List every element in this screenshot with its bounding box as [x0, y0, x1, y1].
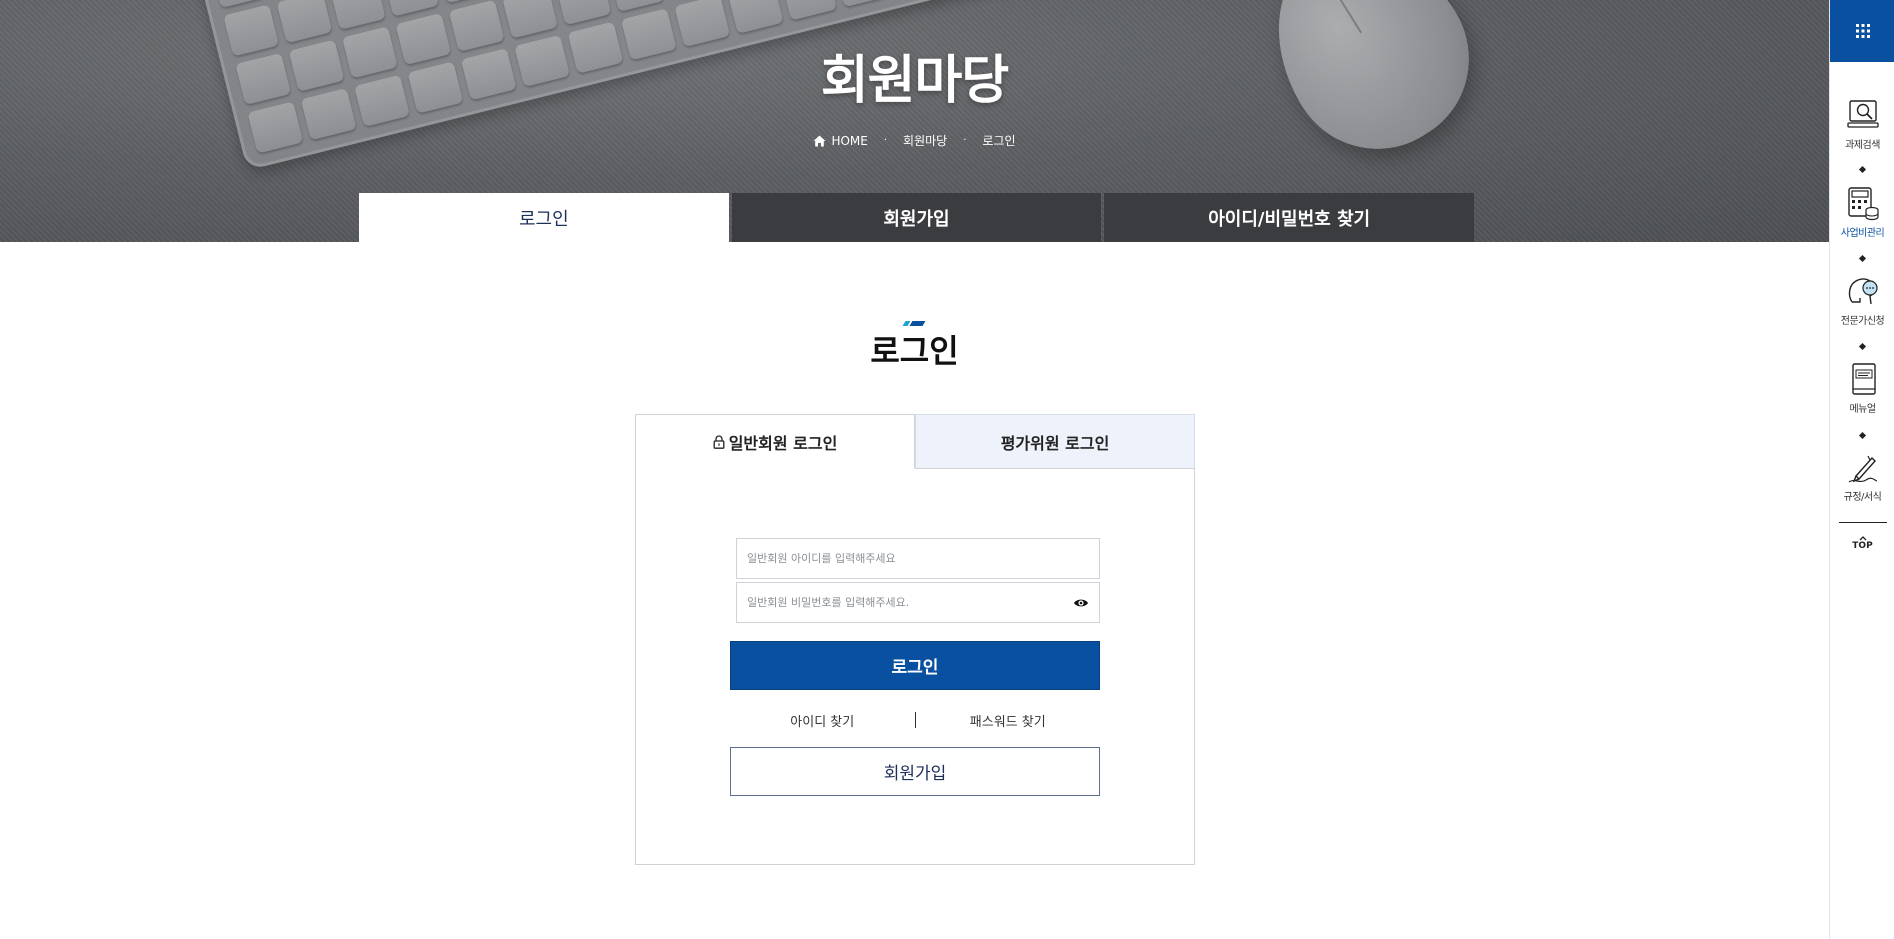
- quick-item-regulations[interactable]: 규정/서식: [1830, 450, 1894, 503]
- breadcrumb-home[interactable]: HOME: [813, 134, 868, 148]
- find-password-link[interactable]: 패스워드 찾기: [916, 711, 1101, 730]
- pen-icon: [1848, 455, 1877, 483]
- password-input[interactable]: [747, 583, 1073, 622]
- quick-item-budget[interactable]: 사업비관리: [1830, 186, 1894, 239]
- calculator-icon: [1847, 187, 1879, 221]
- breadcrumb-separator: ·: [963, 135, 967, 146]
- tab-find-account[interactable]: 아이디/비밀번호 찾기: [1104, 193, 1475, 242]
- tab-evaluator-login[interactable]: 평가위원 로그인: [915, 414, 1195, 469]
- login-box: 일반회원 로그인 평가위원 로그인: [635, 414, 1195, 865]
- scroll-top-button[interactable]: TOP: [1830, 536, 1894, 551]
- user-id-input[interactable]: [747, 539, 1089, 578]
- login-type-tabs: 일반회원 로그인 평가위원 로그인: [635, 414, 1195, 469]
- signup-button[interactable]: 회원가입: [730, 747, 1100, 796]
- breadcrumb: HOME · 회원마당 · 로그인: [0, 132, 1829, 149]
- lock-icon: [713, 435, 725, 449]
- breadcrumb-separator: ·: [883, 135, 888, 146]
- section-title: 로그인: [870, 332, 959, 370]
- tab-login[interactable]: 로그인: [359, 193, 729, 242]
- breadcrumb-current: 로그인: [982, 134, 1016, 148]
- quick-menu-bar: 과제검색 사업비관리 전문가신청 메뉴얼 규정/서식 TOP: [1829, 0, 1894, 939]
- hero-banner: 회원마당 HOME · 회원마당 · 로그인 로그인 회원가입 아이디/비밀번호…: [0, 0, 1829, 242]
- tab-signup[interactable]: 회원가입: [731, 193, 1102, 242]
- divider: [1839, 522, 1887, 523]
- find-id-link[interactable]: 아이디 찾기: [730, 711, 915, 730]
- find-links: 아이디 찾기 패스워드 찾기: [730, 710, 1100, 730]
- book-icon: [1851, 363, 1876, 395]
- quick-item-project-search[interactable]: 과제검색: [1830, 98, 1894, 151]
- grid-icon: [1855, 24, 1870, 38]
- user-id-field[interactable]: [736, 538, 1100, 579]
- quick-item-expert-apply[interactable]: 전문가신청: [1830, 274, 1894, 327]
- breadcrumb-member[interactable]: 회원마당: [903, 132, 947, 149]
- page-title: 회원마당: [820, 51, 1009, 111]
- expert-icon: [1848, 278, 1878, 305]
- eye-icon[interactable]: [1073, 597, 1089, 609]
- login-button[interactable]: 로그인: [730, 641, 1100, 690]
- main-tabs: 로그인 회원가입 아이디/비밀번호 찾기: [359, 193, 1475, 242]
- quick-item-manual[interactable]: 메뉴얼: [1830, 362, 1894, 415]
- password-field[interactable]: [736, 582, 1100, 623]
- tab-general-login[interactable]: 일반회원 로그인: [635, 414, 915, 469]
- search-monitor-icon: [1846, 100, 1879, 128]
- home-icon: [813, 135, 826, 146]
- all-menu-button[interactable]: [1830, 0, 1894, 62]
